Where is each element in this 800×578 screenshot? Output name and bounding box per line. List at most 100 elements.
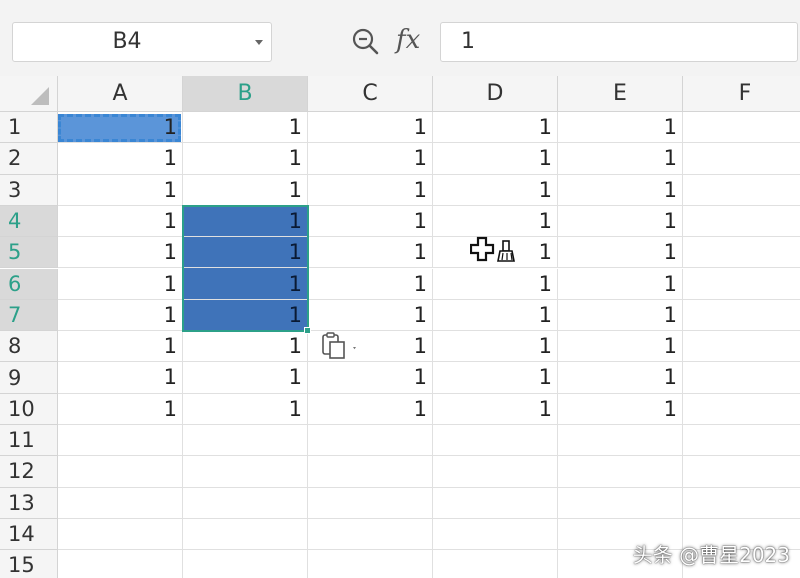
cell-d13[interactable] [433, 487, 558, 519]
cell-d7[interactable]: 1 [433, 299, 558, 332]
cell-f2[interactable] [683, 143, 800, 175]
row-header-2[interactable]: 2 [0, 143, 58, 175]
cell-a8[interactable]: 1 [58, 331, 183, 363]
paste-options-icon[interactable] [320, 331, 356, 361]
row-header-5[interactable]: 5 [0, 237, 58, 269]
cell-a4[interactable]: 1 [58, 205, 183, 238]
column-header-a[interactable]: A [58, 76, 183, 112]
cell-f11[interactable] [683, 425, 800, 457]
cell-d3[interactable]: 1 [433, 174, 558, 206]
cell-a5[interactable]: 1 [58, 237, 183, 269]
cell-e5[interactable]: 1 [558, 237, 683, 269]
cell-a11[interactable] [58, 425, 183, 457]
cell-b3[interactable]: 1 [183, 174, 308, 206]
cell-c13[interactable] [308, 487, 433, 519]
row-header-13[interactable]: 13 [0, 487, 58, 519]
cell-f1[interactable] [683, 112, 800, 144]
row-header-7[interactable]: 7 [0, 299, 58, 332]
zoom-search-icon[interactable] [350, 26, 380, 56]
cell-f10[interactable] [683, 394, 800, 425]
cell-b14[interactable] [183, 518, 308, 551]
name-box-value[interactable]: B4 [13, 23, 241, 61]
row-header-8[interactable]: 8 [0, 331, 58, 363]
cell-e8[interactable]: 1 [558, 331, 683, 363]
cell-a13[interactable] [58, 487, 183, 519]
cell-f6[interactable] [683, 269, 800, 300]
cell-a7[interactable]: 1 [58, 299, 183, 332]
formula-input-value[interactable]: 1 [461, 23, 475, 61]
cell-c7[interactable]: 1 [308, 299, 433, 332]
cell-c5[interactable]: 1 [308, 237, 433, 269]
column-header-e[interactable]: E [558, 76, 683, 112]
cell-c14[interactable] [308, 518, 433, 551]
cell-d1[interactable]: 1 [433, 112, 558, 144]
cell-b9[interactable]: 1 [183, 362, 308, 394]
cell-b8[interactable]: 1 [183, 331, 308, 363]
cell-c6[interactable]: 1 [308, 268, 433, 300]
cell-e10[interactable]: 1 [558, 393, 683, 425]
cell-e2[interactable]: 1 [558, 143, 683, 175]
row-header-15[interactable]: 15 [0, 550, 58, 578]
cell-d11[interactable] [433, 425, 558, 457]
cell-b11[interactable] [183, 425, 308, 457]
cell-d6[interactable]: 1 [433, 268, 558, 300]
cell-c10[interactable]: 1 [308, 393, 433, 425]
row-header-14[interactable]: 14 [0, 518, 58, 551]
cell-f7[interactable] [683, 300, 800, 332]
cell-a3[interactable]: 1 [58, 174, 183, 206]
column-header-f[interactable]: F [683, 76, 800, 112]
cell-f4[interactable] [683, 206, 800, 238]
cell-d15[interactable] [433, 550, 558, 578]
cell-e9[interactable]: 1 [558, 362, 683, 394]
name-box-dropdown-icon[interactable] [255, 40, 263, 45]
cell-b10[interactable]: 1 [183, 393, 308, 425]
row-header-12[interactable]: 12 [0, 456, 58, 488]
cell-f5[interactable] [683, 237, 800, 269]
row-header-9[interactable]: 9 [0, 362, 58, 394]
row-header-3[interactable]: 3 [0, 174, 58, 206]
cell-e3[interactable]: 1 [558, 174, 683, 206]
cell-f9[interactable] [683, 362, 800, 394]
cell-e6[interactable]: 1 [558, 268, 683, 300]
cell-c15[interactable] [308, 550, 433, 578]
cell-b2[interactable]: 1 [183, 143, 308, 175]
row-header-6[interactable]: 6 [0, 268, 58, 300]
cell-c2[interactable]: 1 [308, 143, 433, 175]
cell-b13[interactable] [183, 487, 308, 519]
cell-e1[interactable]: 1 [558, 112, 683, 144]
cell-f12[interactable] [683, 456, 800, 488]
cell-e11[interactable] [558, 425, 683, 457]
cell-e4[interactable]: 1 [558, 205, 683, 238]
cell-c4[interactable]: 1 [308, 205, 433, 238]
cell-a14[interactable] [58, 518, 183, 551]
cell-b1[interactable]: 1 [183, 112, 308, 144]
select-all-triangle-icon[interactable] [31, 87, 49, 105]
cell-c11[interactable] [308, 425, 433, 457]
row-header-10[interactable]: 10 [0, 393, 58, 425]
cell-b15[interactable] [183, 550, 308, 578]
name-box[interactable]: B4 [12, 22, 272, 62]
select-all-corner[interactable] [0, 76, 58, 112]
cell-c9[interactable]: 1 [308, 362, 433, 394]
cell-d12[interactable] [433, 456, 558, 488]
cell-a2[interactable]: 1 [58, 143, 183, 175]
cell-b12[interactable] [183, 456, 308, 488]
cell-a6[interactable]: 1 [58, 268, 183, 300]
cell-d10[interactable]: 1 [433, 393, 558, 425]
cell-e12[interactable] [558, 456, 683, 488]
column-header-b[interactable]: B [183, 76, 308, 112]
fx-insert-function-icon[interactable]: fx [396, 22, 420, 58]
cell-c12[interactable] [308, 456, 433, 488]
cell-d14[interactable] [433, 518, 558, 551]
cell-d9[interactable]: 1 [433, 362, 558, 394]
row-header-4[interactable]: 4 [0, 205, 58, 238]
cell-d4[interactable]: 1 [433, 205, 558, 238]
fill-handle[interactable] [304, 327, 311, 335]
cell-e13[interactable] [558, 487, 683, 519]
column-header-d[interactable]: D [433, 76, 558, 112]
cell-d8[interactable]: 1 [433, 331, 558, 363]
cell-c3[interactable]: 1 [308, 174, 433, 206]
cell-a9[interactable]: 1 [58, 362, 183, 394]
cell-d2[interactable]: 1 [433, 143, 558, 175]
cell-f13[interactable] [683, 488, 800, 519]
